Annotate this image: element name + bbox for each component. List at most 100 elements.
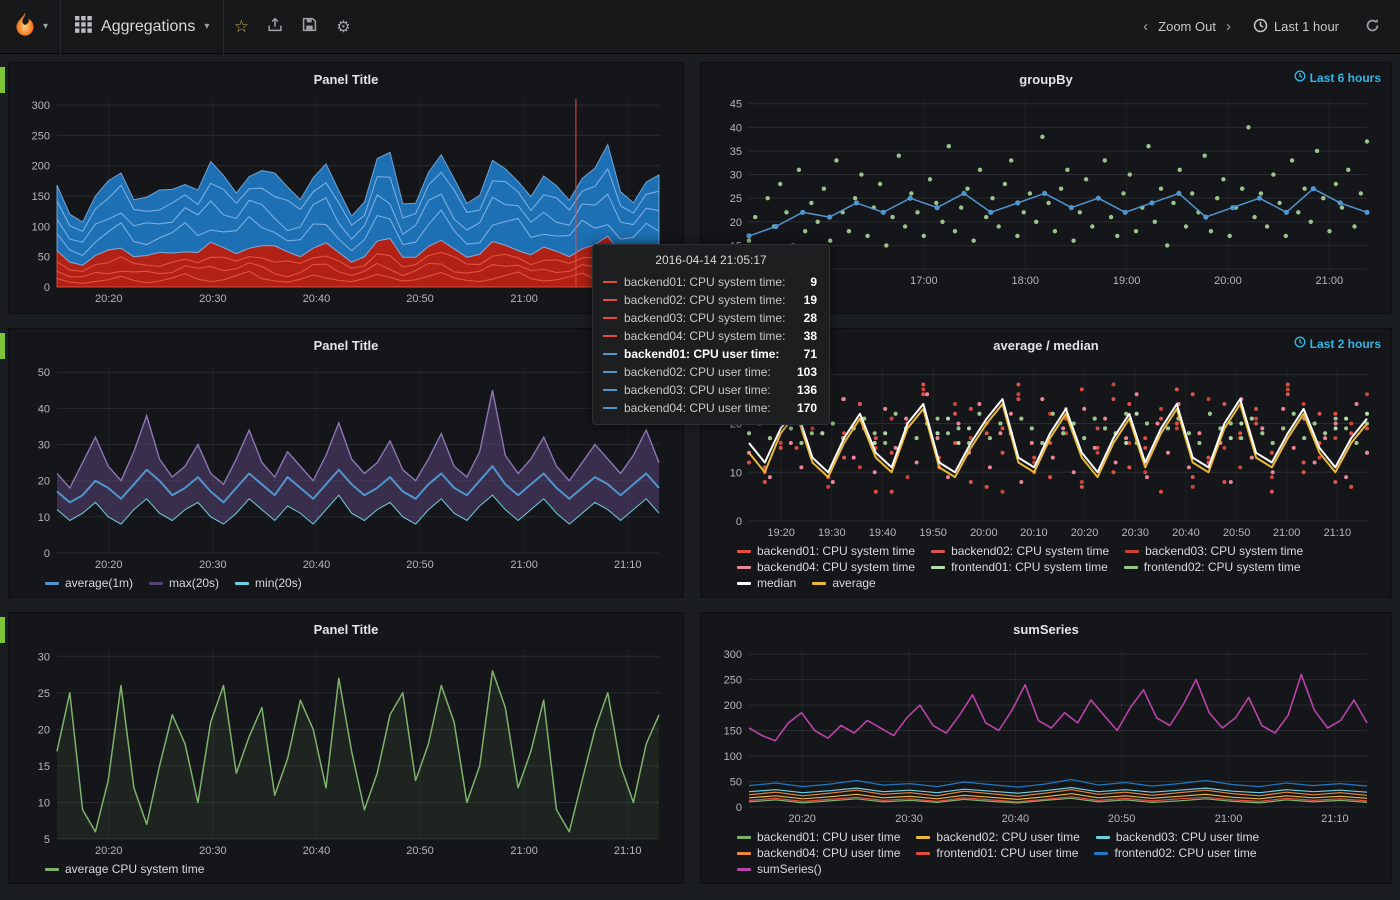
tooltip-row: backend02: CPU user time:103 (593, 363, 829, 381)
chart-legend: average CPU system time (19, 859, 673, 877)
svg-text:17:00: 17:00 (910, 275, 938, 287)
svg-text:21:00: 21:00 (510, 559, 538, 571)
panel-title[interactable]: groupBy (711, 67, 1381, 91)
svg-text:20:30: 20:30 (199, 559, 227, 571)
legend-item[interactable]: backend02: CPU user time (916, 830, 1079, 844)
svg-text:250: 250 (32, 130, 50, 142)
svg-text:50: 50 (38, 367, 50, 379)
time-range-picker[interactable]: Last 1 hour (1239, 18, 1353, 36)
sumseries-line-chart[interactable]: 05010015020025030020:2020:3020:4020:5021… (711, 641, 1381, 827)
svg-text:20:40: 20:40 (303, 293, 331, 305)
tooltip-row: backend03: CPU system time:28 (593, 309, 829, 327)
legend-item[interactable]: backend02: CPU system time (931, 544, 1109, 558)
legend-item[interactable]: backend01: CPU system time (737, 544, 915, 558)
svg-text:40: 40 (38, 403, 50, 415)
svg-text:20:00: 20:00 (970, 527, 998, 539)
refresh-icon (1365, 21, 1380, 36)
share-button[interactable] (258, 0, 292, 54)
dashboard-picker[interactable]: Aggregations ▾ (61, 0, 224, 54)
panel-time-badge[interactable]: Last 2 hours (1294, 336, 1381, 351)
clock-icon (1294, 70, 1306, 85)
legend-item[interactable]: average (812, 576, 875, 590)
svg-text:21:00: 21:00 (510, 845, 538, 857)
svg-text:20:40: 20:40 (303, 845, 331, 857)
legend-item[interactable]: min(20s) (235, 576, 302, 590)
legend-item[interactable]: backend04: CPU system time (737, 560, 915, 574)
tooltip-row: backend02: CPU system time:19 (593, 291, 829, 309)
legend-item[interactable]: backend03: CPU user time (1096, 830, 1259, 844)
svg-text:19:40: 19:40 (869, 527, 897, 539)
logo-caret-icon: ▾ (43, 21, 48, 32)
tooltip-row: backend04: CPU system time:38 (593, 327, 829, 345)
panel-title[interactable]: sumSeries (711, 617, 1381, 641)
refresh-button[interactable] (1355, 18, 1390, 36)
svg-text:21:00: 21:00 (1215, 813, 1243, 825)
settings-button[interactable]: ⚙ (326, 0, 360, 54)
svg-text:19:20: 19:20 (767, 527, 795, 539)
panel-title[interactable]: Panel Title (19, 333, 673, 357)
panel-stacked-cpu: Panel Title 05010015020025030020:2020:30… (8, 62, 684, 314)
legend-item[interactable]: backend03: CPU system time (1125, 544, 1303, 558)
svg-text:20: 20 (38, 724, 50, 736)
svg-text:20:50: 20:50 (406, 559, 434, 571)
panel-title[interactable]: Panel Title (19, 617, 673, 641)
legend-item[interactable]: frontend01: CPU user time (916, 846, 1078, 860)
svg-text:20:20: 20:20 (95, 293, 123, 305)
row-collapse-handle[interactable] (0, 67, 5, 93)
svg-text:20:20: 20:20 (1071, 527, 1099, 539)
average-line-chart[interactable]: 5101520253020:2020:3020:4020:5021:0021:1… (19, 641, 673, 859)
svg-text:25: 25 (730, 193, 742, 205)
legend-item[interactable]: average CPU system time (45, 862, 204, 876)
svg-text:150: 150 (724, 726, 742, 738)
svg-text:50: 50 (730, 777, 742, 789)
svg-text:20:00: 20:00 (1214, 275, 1242, 287)
save-button[interactable] (292, 0, 326, 54)
panel-average-cpu: Panel Title 5101520253020:2020:3020:4020… (8, 612, 684, 884)
panel-title[interactable]: Panel Title (19, 67, 673, 91)
legend-item[interactable]: frontend01: CPU system time (931, 560, 1108, 574)
legend-item[interactable]: max(20s) (149, 576, 219, 590)
legend-item[interactable]: sumSeries() (737, 862, 822, 876)
legend-item[interactable]: frontend02: CPU user time (1094, 846, 1256, 860)
time-back-button[interactable]: ‹ (1137, 18, 1154, 35)
row-collapse-handle[interactable] (0, 333, 5, 359)
svg-text:21:10: 21:10 (1324, 527, 1352, 539)
time-forward-button[interactable]: › (1220, 18, 1237, 35)
panel-time-badge[interactable]: Last 6 hours (1294, 70, 1381, 85)
svg-text:40: 40 (730, 122, 742, 134)
svg-text:30: 30 (38, 651, 50, 663)
dashboard-title: Aggregations (101, 18, 195, 36)
legend-item[interactable]: backend01: CPU user time (737, 830, 900, 844)
grafana-logo-button[interactable]: ▾ (0, 0, 61, 54)
navbar: ▾ Aggregations ▾ ☆ ⚙ ‹ Zoom (0, 0, 1400, 54)
row-collapse-handle[interactable] (0, 617, 5, 643)
svg-text:20:40: 20:40 (1002, 813, 1030, 825)
save-icon (302, 17, 317, 37)
legend-item[interactable]: backend04: CPU user time (737, 846, 900, 860)
svg-text:20:30: 20:30 (895, 813, 923, 825)
svg-text:19:50: 19:50 (919, 527, 947, 539)
svg-text:21:10: 21:10 (614, 845, 642, 857)
zoom-out-button[interactable]: Zoom Out (1156, 19, 1218, 34)
panel-avg-min-max: Panel Title 0102030405020:2020:3020:4020… (8, 328, 684, 598)
share-icon (267, 17, 283, 37)
svg-text:20:50: 20:50 (406, 845, 434, 857)
stacked-area-chart[interactable]: 05010015020025030020:2020:3020:4020:5021… (19, 91, 673, 307)
svg-text:20:40: 20:40 (1172, 527, 1200, 539)
legend-item[interactable]: average(1m) (45, 576, 133, 590)
star-button[interactable]: ☆ (224, 0, 258, 54)
svg-text:200: 200 (724, 700, 742, 712)
svg-text:0: 0 (44, 282, 50, 294)
svg-text:25: 25 (38, 688, 50, 700)
panel-sumseries: sumSeries 05010015020025030020:2020:3020… (700, 612, 1392, 884)
svg-text:10: 10 (38, 512, 50, 524)
svg-text:0: 0 (736, 516, 742, 528)
svg-text:20:30: 20:30 (199, 293, 227, 305)
band-line-chart[interactable]: 0102030405020:2020:3020:4020:5021:0021:1… (19, 357, 673, 573)
tooltip-rows: backend01: CPU system time:9backend02: C… (593, 273, 829, 417)
svg-text:20: 20 (38, 476, 50, 488)
grafana-logo-icon (12, 11, 38, 42)
svg-text:45: 45 (730, 99, 742, 111)
legend-item[interactable]: frontend02: CPU system time (1124, 560, 1301, 574)
legend-item[interactable]: median (737, 576, 796, 590)
